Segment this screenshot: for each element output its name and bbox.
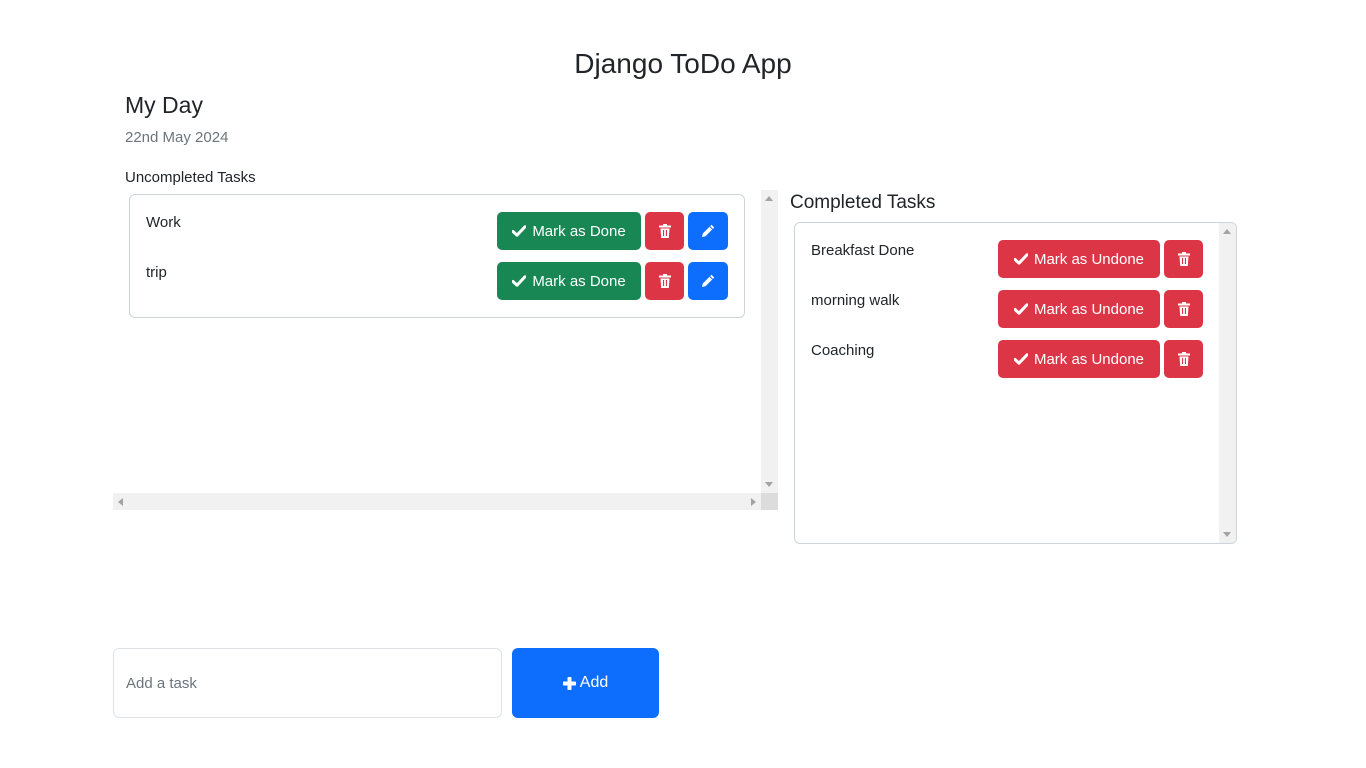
pencil-icon <box>702 224 715 237</box>
trash-icon <box>1177 302 1190 316</box>
mark-as-done-label: Mark as Done <box>532 272 626 290</box>
completed-task-item: Breakfast Done Mark as Undone <box>795 240 1236 278</box>
task-name: morning walk <box>811 292 900 309</box>
trash-icon <box>1177 252 1190 266</box>
scroll-up-icon[interactable] <box>1223 229 1231 234</box>
task-name: Breakfast Done <box>811 242 915 259</box>
delete-button[interactable] <box>1164 240 1203 278</box>
mark-as-done-button[interactable]: Mark as Done <box>497 212 641 250</box>
uncompleted-tasks-label: Uncompleted Tasks <box>125 169 256 186</box>
mark-as-undone-button[interactable]: Mark as Undone <box>998 290 1160 328</box>
mark-as-undone-label: Mark as Undone <box>1033 350 1145 368</box>
vertical-scrollbar[interactable] <box>1219 223 1236 543</box>
current-date: 22nd May 2024 <box>125 129 229 146</box>
trash-icon <box>658 224 671 238</box>
uncompleted-tasks-scroll[interactable]: Work Mark as Done trip Mark as Done <box>113 190 778 510</box>
check-icon <box>512 275 527 287</box>
day-title: My Day <box>125 92 203 118</box>
check-icon <box>1013 253 1028 265</box>
pencil-icon <box>702 274 715 287</box>
check-icon <box>1013 353 1028 365</box>
scroll-down-icon[interactable] <box>765 482 773 487</box>
delete-button[interactable] <box>645 262 684 300</box>
uncompleted-task-item: trip Mark as Done <box>130 262 744 300</box>
completed-tasks-title: Completed Tasks <box>790 192 936 213</box>
task-name: Work <box>146 214 181 231</box>
horizontal-scrollbar[interactable] <box>113 493 761 510</box>
task-name: Coaching <box>811 342 875 359</box>
mark-as-undone-button[interactable]: Mark as Undone <box>998 340 1160 378</box>
add-button-label: Add <box>579 674 609 691</box>
uncompleted-task-item: Work Mark as Done <box>130 212 744 250</box>
add-task-button[interactable]: Add <box>512 648 659 718</box>
delete-button[interactable] <box>1164 340 1203 378</box>
app-title: Django ToDo App <box>574 48 792 79</box>
trash-icon <box>1177 352 1190 366</box>
scroll-left-icon[interactable] <box>118 498 123 506</box>
delete-button[interactable] <box>645 212 684 250</box>
mark-as-undone-label: Mark as Undone <box>1033 300 1145 318</box>
completed-tasks-list[interactable]: Breakfast Done Mark as Undone morning wa… <box>794 222 1237 544</box>
scroll-right-icon[interactable] <box>751 498 756 506</box>
mark-as-undone-label: Mark as Undone <box>1033 250 1145 268</box>
add-task-input[interactable] <box>113 648 502 718</box>
delete-button[interactable] <box>1164 290 1203 328</box>
vertical-scrollbar[interactable] <box>761 190 778 493</box>
scroll-down-icon[interactable] <box>1223 532 1231 537</box>
check-icon <box>512 225 527 237</box>
completed-task-item: Coaching Mark as Undone <box>795 340 1236 378</box>
check-icon <box>1013 303 1028 315</box>
mark-as-done-label: Mark as Done <box>532 222 626 240</box>
trash-icon <box>658 274 671 288</box>
edit-button[interactable] <box>688 262 728 300</box>
scroll-up-icon[interactable] <box>765 196 773 201</box>
mark-as-undone-button[interactable]: Mark as Undone <box>998 240 1160 278</box>
plus-icon <box>562 676 576 690</box>
scrollbar-corner <box>761 493 778 510</box>
task-name: trip <box>146 264 167 281</box>
uncompleted-tasks-list: Work Mark as Done trip Mark as Done <box>129 194 745 318</box>
completed-task-item: morning walk Mark as Undone <box>795 290 1236 328</box>
edit-button[interactable] <box>688 212 728 250</box>
mark-as-done-button[interactable]: Mark as Done <box>497 262 641 300</box>
